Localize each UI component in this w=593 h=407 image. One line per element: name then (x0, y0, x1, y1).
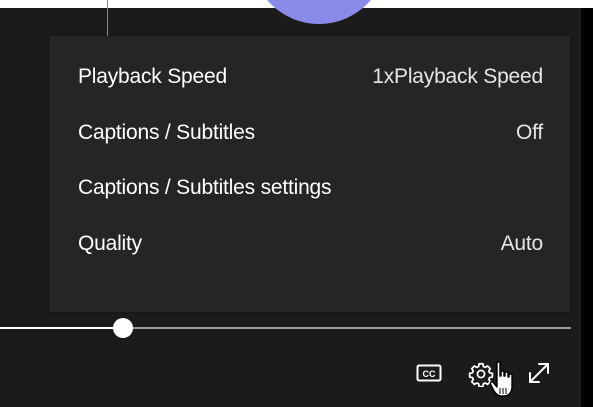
menu-item-value: Off (515, 121, 543, 144)
menu-item-label: Captions / Subtitles settings (78, 176, 332, 199)
menu-item-quality[interactable]: Quality Auto (49, 222, 570, 266)
edge-strip (581, 8, 593, 407)
menu-item-playback-speed[interactable]: Playback Speed 1xPlayback Speed (49, 55, 570, 99)
fullscreen-button[interactable] (522, 356, 556, 390)
progress-bar[interactable] (0, 318, 571, 338)
menu-item-value: 1xPlayback Speed (372, 65, 543, 88)
gear-icon (468, 362, 494, 387)
settings-menu: Playback Speed 1xPlayback Speed Captions… (49, 36, 570, 312)
progress-played (0, 327, 123, 329)
menu-item-value: Auto (500, 232, 544, 255)
fullscreen-icon (529, 363, 549, 383)
menu-item-label: Quality (78, 232, 142, 255)
menu-item-label: Playback Speed (78, 65, 227, 88)
closed-captions-icon: CC (416, 364, 442, 382)
menu-item-captions[interactable]: Captions / Subtitles Off (49, 111, 570, 155)
accent-circle (251, 0, 387, 24)
captions-button[interactable]: CC (414, 361, 444, 385)
settings-button[interactable] (466, 359, 496, 389)
menu-item-captions-settings[interactable]: Captions / Subtitles settings (49, 166, 570, 210)
menu-item-label: Captions / Subtitles (78, 121, 255, 144)
progress-scrubber-handle[interactable] (112, 318, 133, 338)
svg-text:CC: CC (423, 369, 436, 379)
video-player: Playback Speed 1xPlayback Speed Captions… (0, 0, 593, 407)
